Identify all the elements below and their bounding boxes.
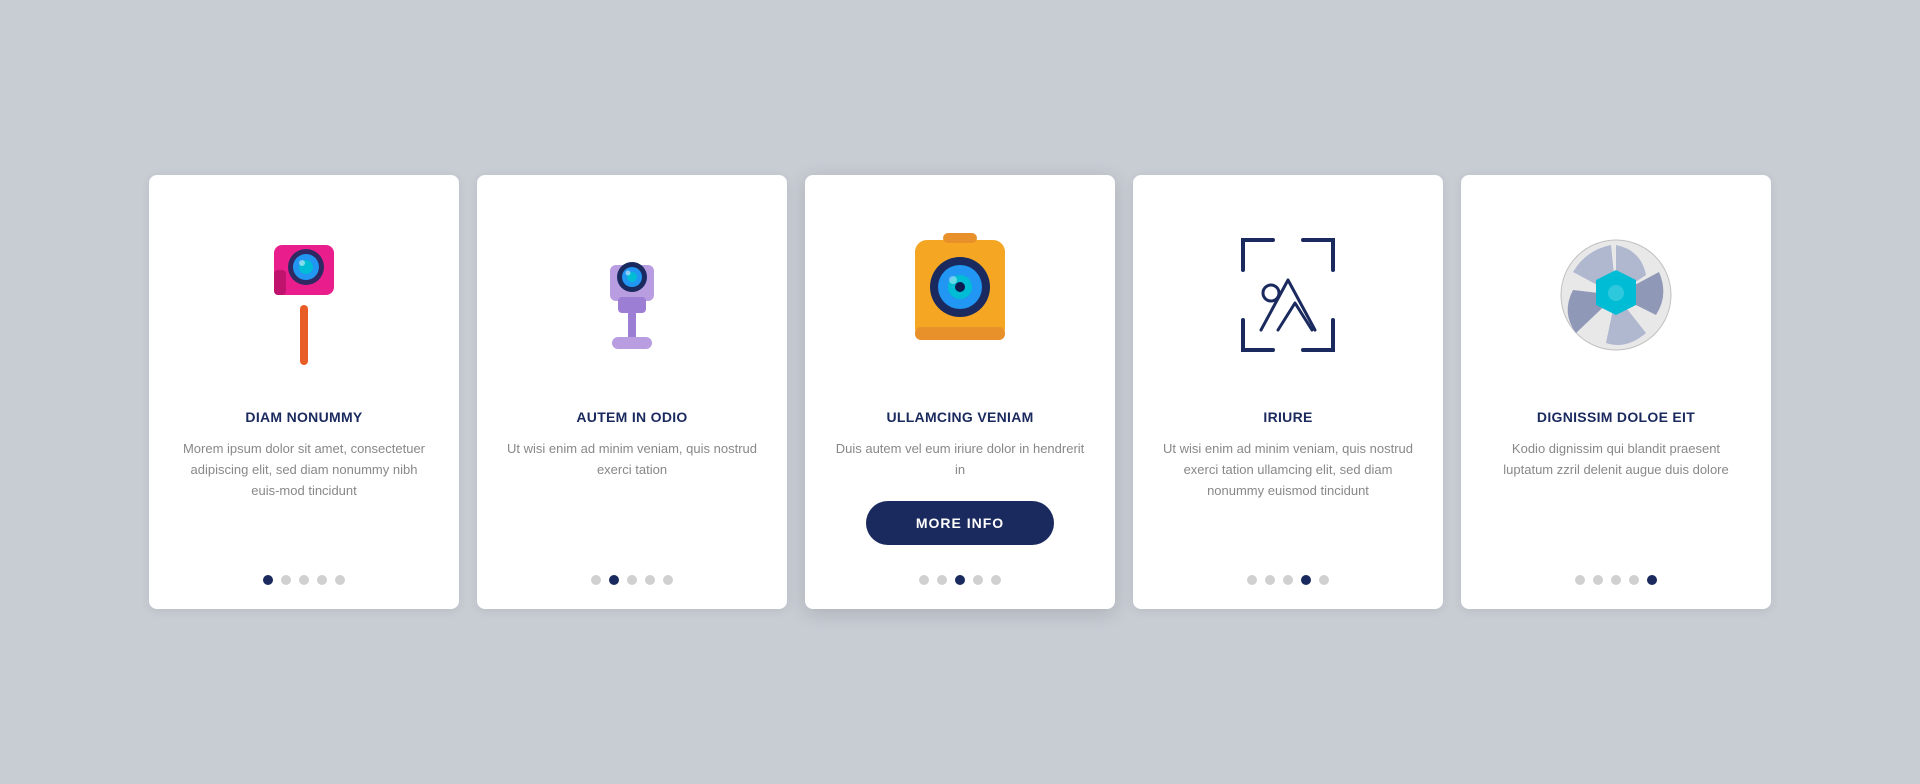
card-2-icon — [505, 205, 759, 385]
card-1: DIAM NONUMMY Morem ipsum dolor sit amet,… — [149, 175, 459, 609]
card-5-text: Kodio dignissim qui blandit praesent lup… — [1489, 439, 1743, 545]
dot-3 — [317, 575, 327, 585]
card-2: AUTEM IN ODIO Ut wisi enim ad minim veni… — [477, 175, 787, 609]
dot-4 — [1647, 575, 1657, 585]
card-3-title: ULLAMCING VENIAM — [886, 409, 1033, 425]
card-1-dots — [263, 565, 345, 585]
more-info-button[interactable]: MORE INFO — [866, 501, 1054, 545]
dot-1 — [1593, 575, 1603, 585]
card-3-icon — [833, 205, 1087, 385]
dot-4 — [663, 575, 673, 585]
dot-3 — [1629, 575, 1639, 585]
card-4-icon — [1161, 205, 1415, 385]
card-5: DIGNISSIM DOLOE EIT Kodio dignissim qui … — [1461, 175, 1771, 609]
card-1-icon — [177, 205, 431, 385]
card-4-title: IRIURE — [1263, 409, 1312, 425]
card-4: IRIURE Ut wisi enim ad minim veniam, qui… — [1133, 175, 1443, 609]
card-1-title: DIAM NONUMMY — [245, 409, 362, 425]
dot-4 — [1319, 575, 1329, 585]
dot-4 — [991, 575, 1001, 585]
card-4-dots — [1247, 565, 1329, 585]
card-5-icon — [1489, 205, 1743, 385]
dot-3 — [973, 575, 983, 585]
card-5-dots — [1575, 565, 1657, 585]
dot-0 — [919, 575, 929, 585]
dot-1 — [281, 575, 291, 585]
dot-2 — [1283, 575, 1293, 585]
dot-1 — [1265, 575, 1275, 585]
dot-3 — [1301, 575, 1311, 585]
dot-2 — [955, 575, 965, 585]
dot-0 — [591, 575, 601, 585]
dot-2 — [299, 575, 309, 585]
dot-0 — [1247, 575, 1257, 585]
dot-4 — [335, 575, 345, 585]
dot-2 — [627, 575, 637, 585]
card-5-title: DIGNISSIM DOLOE EIT — [1537, 409, 1695, 425]
dot-1 — [937, 575, 947, 585]
card-1-text: Morem ipsum dolor sit amet, consectetuer… — [177, 439, 431, 545]
dot-3 — [645, 575, 655, 585]
card-2-dots — [591, 565, 673, 585]
card-4-text: Ut wisi enim ad minim veniam, quis nostr… — [1161, 439, 1415, 545]
card-2-text: Ut wisi enim ad minim veniam, quis nostr… — [505, 439, 759, 545]
cards-container: DIAM NONUMMY Morem ipsum dolor sit amet,… — [89, 135, 1831, 649]
card-2-title: AUTEM IN ODIO — [576, 409, 687, 425]
card-3: ULLAMCING VENIAM Duis autem vel eum iriu… — [805, 175, 1115, 609]
dot-2 — [1611, 575, 1621, 585]
card-3-text: Duis autem vel eum iriure dolor in hendr… — [833, 439, 1087, 481]
dot-0 — [263, 575, 273, 585]
dot-1 — [609, 575, 619, 585]
dot-0 — [1575, 575, 1585, 585]
card-3-dots — [919, 565, 1001, 585]
